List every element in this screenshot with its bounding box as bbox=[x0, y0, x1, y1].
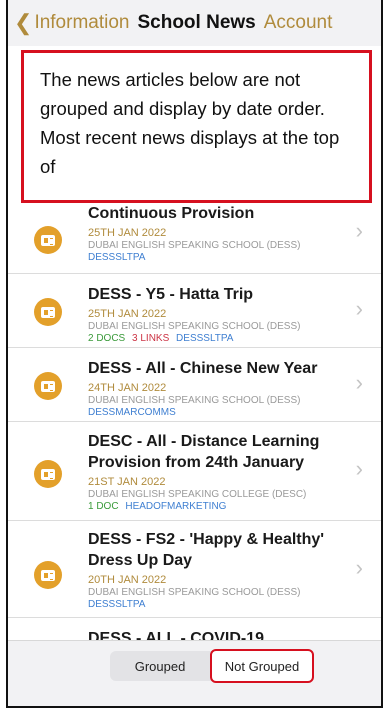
article-date: 25TH JAN 2022 bbox=[88, 227, 167, 239]
author-tag[interactable]: DESSSLTPA bbox=[176, 333, 233, 344]
article-school: DUBAI ENGLISH SPEAKING SCHOOL (DESS) bbox=[88, 321, 301, 332]
list-item[interactable]: DESS - All - Chinese New Year 24TH JAN 2… bbox=[8, 348, 381, 422]
article-tags: DESSMARCOMMS bbox=[88, 407, 341, 418]
grouping-toggle: Grouped Not Grouped bbox=[110, 649, 314, 683]
phone-screen: ❮ Information School News Account DESS -… bbox=[6, 0, 383, 708]
list-item[interactable]: DESS - Y1 - Shoeboxes for Continuous Pro… bbox=[8, 184, 381, 274]
article-tags: 1 DOC HEADOFMARKETING bbox=[88, 501, 341, 512]
tab-information[interactable]: Information bbox=[34, 12, 129, 34]
docs-tag[interactable]: 1 DOC bbox=[88, 501, 119, 512]
article-title: DESS - FS2 - 'Happy & Healthy' Dress Up … bbox=[88, 531, 325, 569]
author-tag[interactable]: DESSSLTPA bbox=[88, 599, 145, 610]
author-tag[interactable]: DESSSLTPA bbox=[88, 252, 145, 263]
article-tags: 2 DOCS 3 LINKS DESSSLTPA bbox=[88, 333, 341, 344]
bottom-bar: Grouped Not Grouped bbox=[8, 640, 381, 706]
docs-tag[interactable]: 2 DOCS bbox=[88, 333, 125, 344]
grouped-segment[interactable]: Grouped bbox=[110, 651, 210, 681]
news-icon bbox=[34, 226, 62, 254]
chevron-right-icon: › bbox=[355, 296, 363, 321]
article-tags: DESSSLTPA bbox=[88, 599, 341, 610]
news-icon bbox=[34, 372, 62, 400]
chevron-right-icon: › bbox=[355, 555, 363, 580]
top-navigation: ❮ Information School News Account bbox=[8, 0, 381, 46]
chevron-right-icon: › bbox=[355, 370, 363, 395]
explanation-callout: The news articles below are not grouped … bbox=[21, 50, 372, 203]
article-date: 20TH JAN 2022 bbox=[88, 574, 167, 586]
list-item[interactable]: DESS - Y5 - Hatta Trip 25TH JAN 2022 DUB… bbox=[8, 274, 381, 348]
article-date: 25TH JAN 2022 bbox=[88, 308, 167, 320]
not-grouped-segment[interactable]: Not Grouped bbox=[210, 649, 314, 683]
back-chevron-icon[interactable]: ❮ bbox=[14, 12, 32, 34]
author-tag[interactable]: DESSMARCOMMS bbox=[88, 407, 176, 418]
news-icon bbox=[34, 561, 62, 589]
article-title: DESC - All - Distance Learning Provision… bbox=[88, 433, 320, 471]
author-tag[interactable]: HEADOFMARKETING bbox=[125, 501, 226, 512]
list-item[interactable]: DESC - All - Distance Learning Provision… bbox=[8, 422, 381, 521]
article-school: DUBAI ENGLISH SPEAKING SCHOOL (DESS) bbox=[88, 395, 301, 406]
tab-school-news[interactable]: School News bbox=[137, 12, 255, 34]
list-item[interactable]: DESS - FS2 - 'Happy & Healthy' Dress Up … bbox=[8, 521, 381, 618]
article-school: DUBAI ENGLISH SPEAKING SCHOOL (DESS) bbox=[88, 240, 301, 251]
article-tags: DESSSLTPA bbox=[88, 252, 341, 263]
article-date: 24TH JAN 2022 bbox=[88, 382, 167, 394]
tab-account[interactable]: Account bbox=[264, 12, 333, 34]
links-tag[interactable]: 3 LINKS bbox=[132, 333, 169, 344]
news-icon bbox=[34, 298, 62, 326]
article-date: 21ST JAN 2022 bbox=[88, 476, 166, 488]
news-icon bbox=[34, 460, 62, 488]
article-school: DUBAI ENGLISH SPEAKING COLLEGE (DESC) bbox=[88, 489, 307, 500]
article-title: DESS - ALL - COVID-19 bbox=[88, 630, 265, 640]
chevron-right-icon: › bbox=[355, 218, 363, 243]
article-title: DESS - Y5 - Hatta Trip bbox=[88, 286, 254, 303]
list-item[interactable]: DESS - ALL - COVID-19 bbox=[8, 618, 381, 640]
chevron-right-icon: › bbox=[355, 456, 363, 481]
article-title: DESS - All - Chinese New Year bbox=[88, 360, 318, 377]
article-school: DUBAI ENGLISH SPEAKING SCHOOL (DESS) bbox=[88, 587, 301, 598]
callout-text: The news articles below are not grouped … bbox=[40, 69, 340, 177]
